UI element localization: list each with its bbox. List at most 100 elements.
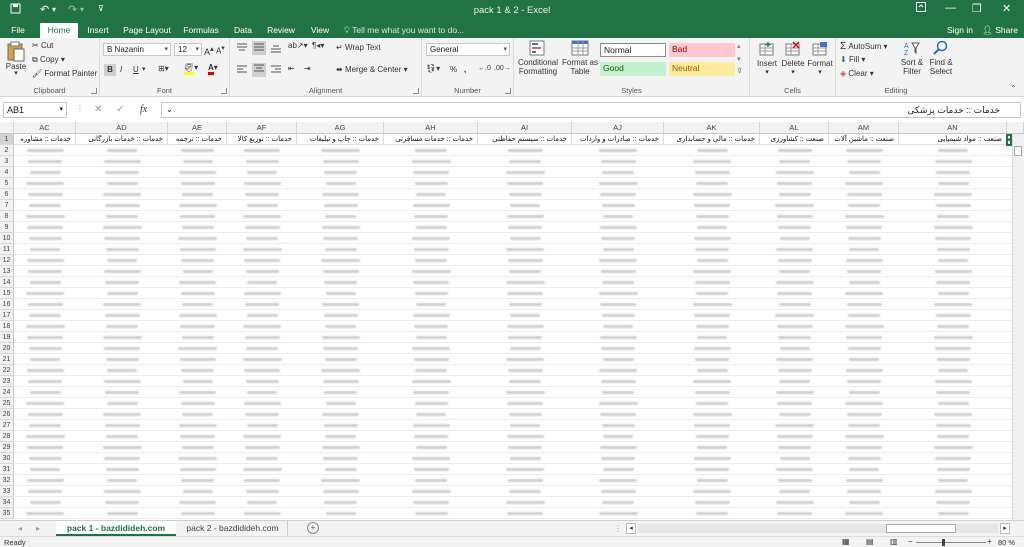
header-cell-ad[interactable]: خدمات :: خدمات بازرگانی — [76, 134, 168, 145]
row-header[interactable]: 12 — [0, 255, 14, 266]
align-middle-icon[interactable] — [252, 41, 266, 55]
column-header-af[interactable]: AF — [227, 122, 297, 134]
tab-page-layout[interactable]: Page Layout — [122, 23, 172, 38]
name-box[interactable]: AB1 ▾ — [3, 102, 67, 118]
rtl-icon[interactable]: ¶◂▾ — [312, 41, 324, 50]
row-header[interactable]: 18 — [0, 321, 14, 332]
autosum-button[interactable]: Σ AutoSum ▾ — [840, 41, 888, 52]
column-header-an[interactable]: AN — [899, 122, 1007, 134]
number-format-select[interactable]: General ▾ — [426, 43, 510, 56]
row-header[interactable]: 28 — [0, 431, 14, 442]
column-header-ae[interactable]: AE — [168, 122, 227, 134]
row-header[interactable]: 32 — [0, 475, 14, 486]
header-cell-ai[interactable]: خدمات :: سیستم حفاظتی — [478, 134, 572, 145]
row-header[interactable]: 4 — [0, 167, 14, 178]
percent-button[interactable]: % — [450, 65, 457, 74]
worksheet-grid[interactable]: AC خدمات :: مشاوره AD خدمات :: خدمات بازرگا… — [0, 122, 1024, 520]
row-header[interactable]: 14 — [0, 277, 14, 288]
row-header[interactable]: 3 — [0, 156, 14, 167]
header-cell-ag[interactable]: خدمات :: چاپ و تبلیغات — [297, 134, 384, 145]
sheet-tab-pack-2[interactable]: pack 2 - bazdidideh.com — [178, 521, 288, 536]
row-header[interactable]: 33 — [0, 486, 14, 497]
header-cell-an[interactable]: صنعت :: مواد شیمیایی — [899, 134, 1007, 145]
zoom-in-icon[interactable]: + — [987, 537, 992, 546]
normal-view-icon[interactable]: ▦ — [842, 537, 850, 546]
row-header[interactable]: 1 — [0, 134, 14, 145]
align-center-icon[interactable] — [252, 63, 266, 77]
column-header-ag[interactable]: AG — [297, 122, 384, 134]
row-header[interactable]: 8 — [0, 211, 14, 222]
sheet-tab-pack-1[interactable]: pack 1 - bazdidideh.com — [56, 521, 176, 536]
header-cell-al[interactable]: صنعت :: کشاورزی — [760, 134, 829, 145]
column-header-ah[interactable]: AH — [384, 122, 478, 134]
row-header[interactable]: 5 — [0, 178, 14, 189]
maximize-icon[interactable]: ❐ — [972, 2, 982, 15]
row-header[interactable]: 9 — [0, 222, 14, 233]
zoom-level[interactable]: 80 % — [998, 538, 1015, 547]
tab-view[interactable]: View — [306, 23, 334, 38]
clipboard-launcher-icon[interactable] — [91, 88, 97, 94]
row-header[interactable]: 15 — [0, 288, 14, 299]
header-cell-aj[interactable]: خدمات :: صادرات و واردات — [572, 134, 664, 145]
zoom-slider-track[interactable] — [916, 542, 986, 543]
row-header[interactable]: 29 — [0, 442, 14, 453]
scroll-left-icon[interactable]: ◂ — [626, 523, 636, 534]
cut-button[interactable]: ✂ Cut — [32, 41, 53, 50]
decrease-indent-icon[interactable]: ⇤ — [288, 64, 295, 73]
ribbon-display-icon[interactable] — [916, 2, 926, 15]
column-header-ad[interactable]: AD — [76, 122, 168, 134]
clear-button[interactable]: ◈ Clear ▾ — [840, 69, 874, 78]
number-launcher-icon[interactable] — [505, 88, 511, 94]
page-break-view-icon[interactable]: ▥ — [890, 537, 898, 546]
align-right-icon[interactable] — [270, 65, 282, 77]
tab-formulas[interactable]: Formulas — [180, 23, 222, 38]
orientation-icon[interactable]: ab↗▾ — [288, 41, 308, 50]
insert-function-icon[interactable]: fx — [140, 104, 147, 115]
row-header[interactable]: 30 — [0, 453, 14, 464]
zoom-slider-thumb[interactable] — [942, 539, 945, 546]
row-header[interactable]: 10 — [0, 233, 14, 244]
vertical-scrollbar[interactable] — [1012, 134, 1024, 520]
style-good[interactable]: Good — [600, 62, 666, 76]
tab-review[interactable]: Review — [264, 23, 298, 38]
row-header[interactable]: 17 — [0, 310, 14, 321]
minimize-icon[interactable]: — — [945, 2, 956, 14]
row-header[interactable]: 22 — [0, 365, 14, 376]
tab-insert[interactable]: Insert — [82, 23, 114, 38]
row-header[interactable]: 7 — [0, 200, 14, 211]
new-sheet-icon[interactable]: + — [307, 522, 319, 534]
styles-scroll-down-icon[interactable]: ▾ — [737, 55, 741, 63]
align-left-icon[interactable] — [236, 65, 248, 77]
row-header[interactable]: 35 — [0, 508, 14, 519]
borders-icon[interactable]: ⊞▾ — [158, 64, 169, 73]
horizontal-scrollbar-thumb[interactable] — [886, 524, 956, 533]
increase-decimal-icon[interactable]: ←.0 — [478, 65, 491, 72]
row-header[interactable]: 24 — [0, 387, 14, 398]
row-header[interactable]: 11 — [0, 244, 14, 255]
column-header-ai[interactable]: AI — [478, 122, 572, 134]
conditional-formatting-button[interactable]: Conditional Formatting — [516, 40, 560, 76]
wrap-text-button[interactable]: ↵ Wrap Text — [336, 43, 381, 52]
zoom-out-icon[interactable]: − — [908, 537, 913, 546]
font-color-icon[interactable]: A▾ — [208, 63, 218, 75]
header-cell-am[interactable]: صنعت :: ماشین آلات — [829, 134, 899, 145]
style-normal[interactable]: Normal — [600, 43, 666, 57]
expand-formula-icon[interactable]: ⌄ — [166, 103, 173, 117]
column-header-partial[interactable] — [1007, 122, 1024, 134]
currency-icon[interactable]: 💱︎▾ — [426, 64, 440, 73]
header-cell-af[interactable]: خدمات :: توزیع کالا — [227, 134, 297, 145]
row-header[interactable]: 31 — [0, 464, 14, 475]
row-header[interactable]: 20 — [0, 343, 14, 354]
tell-me-box[interactable]: 💡︎ Tell me what you want to do... — [344, 23, 494, 38]
align-bottom-icon[interactable] — [270, 43, 282, 55]
format-painter-button[interactable]: 🖌︎ Format Painter — [32, 69, 97, 78]
font-launcher-icon[interactable] — [221, 88, 227, 94]
font-size-select[interactable]: 12 ▾ — [174, 43, 202, 56]
column-header-aj[interactable]: AJ — [572, 122, 664, 134]
share-button[interactable]: 👤︎ Share — [980, 23, 1020, 38]
column-header-ak[interactable]: AK — [664, 122, 760, 134]
row-header[interactable]: 21 — [0, 354, 14, 365]
row-header[interactable]: 25 — [0, 398, 14, 409]
prev-sheet-icon[interactable]: ◂ — [18, 524, 22, 533]
find-select-button[interactable]: Find & Select — [926, 40, 956, 76]
